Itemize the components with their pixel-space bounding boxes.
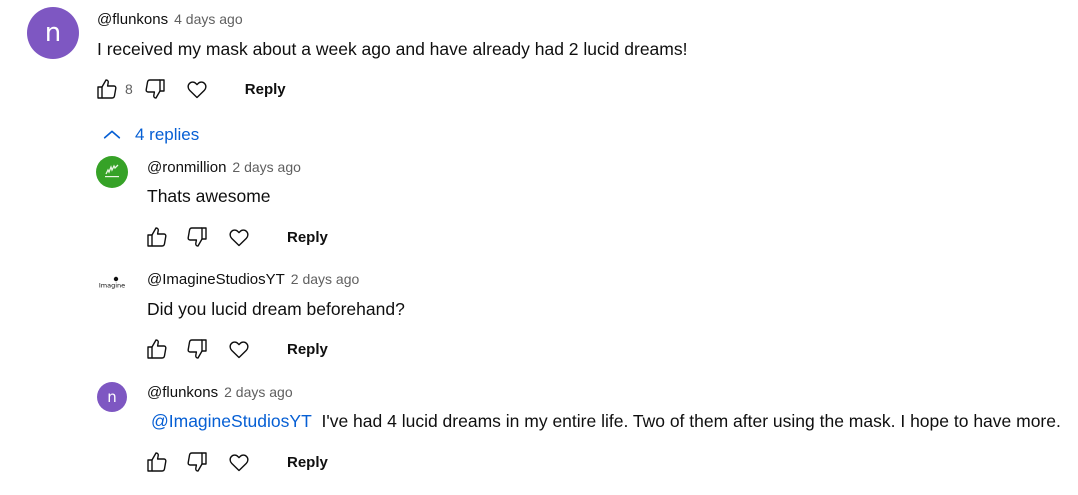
heart-button[interactable] (225, 223, 253, 251)
comment-text: I received my mask about a week ago and … (97, 39, 688, 59)
thumbs-down-icon (187, 339, 207, 359)
like-button[interactable] (143, 223, 171, 251)
thumbs-up-icon (147, 339, 167, 359)
dislike-button[interactable] (183, 448, 211, 476)
avatar[interactable]: n (97, 382, 127, 412)
avatar[interactable]: Imagine (96, 268, 128, 300)
reply-header: @ImagineStudiosYT 2 days ago (147, 271, 359, 288)
dislike-button[interactable] (141, 75, 169, 103)
reply-author[interactable]: @ImagineStudiosYT (147, 271, 285, 288)
heart-button[interactable] (225, 335, 253, 363)
thumbs-down-icon (187, 227, 207, 247)
thumbs-down-icon (187, 452, 207, 472)
like-button[interactable] (143, 335, 171, 363)
comment-actions: 8 Reply (93, 75, 286, 103)
leaf-logo-icon (105, 164, 119, 178)
heart-button[interactable] (225, 448, 253, 476)
chevron-up-icon (103, 130, 121, 139)
replies-toggle-label: 4 replies (135, 125, 200, 144)
thumbs-up-icon (147, 452, 167, 472)
avatar[interactable] (96, 156, 128, 188)
reply-text: I've had 4 lucid dreams in my entire lif… (321, 411, 1061, 431)
thumbs-up-icon (97, 79, 117, 99)
reply-author[interactable]: @flunkons (147, 384, 218, 401)
reply-header: @flunkons 2 days ago (147, 384, 293, 401)
thumbs-down-icon (145, 79, 165, 99)
like-count: 8 (125, 81, 133, 97)
heart-icon (187, 81, 207, 99)
thumbs-up-icon (147, 227, 167, 247)
reply-actions: Reply (143, 448, 328, 476)
avatar-letter: n (44, 18, 62, 48)
comment-timestamp[interactable]: 4 days ago (174, 11, 243, 27)
comment-header: @flunkons 4 days ago (97, 11, 243, 28)
dislike-button[interactable] (183, 223, 211, 251)
reply-button[interactable]: Reply (287, 454, 328, 471)
reply-actions: Reply (143, 223, 328, 251)
heart-icon (229, 341, 249, 359)
reply-text: Thats awesome (147, 186, 271, 206)
reply-actions: Reply (143, 335, 328, 363)
reply-timestamp[interactable]: 2 days ago (291, 271, 360, 287)
replies-toggle[interactable]: 4 replies (101, 124, 199, 146)
reply-button[interactable]: Reply (245, 81, 286, 98)
avatar-letter: n (107, 388, 117, 406)
avatar[interactable]: n (27, 7, 79, 59)
like-button[interactable] (93, 75, 121, 103)
reply-author[interactable]: @ronmillion (147, 159, 226, 176)
reply-timestamp[interactable]: 2 days ago (224, 384, 293, 400)
heart-icon (229, 454, 249, 472)
mention-link[interactable]: @ImagineStudiosYT (151, 411, 312, 431)
dislike-button[interactable] (183, 335, 211, 363)
reply-header: @ronmillion 2 days ago (147, 159, 301, 176)
reply-button[interactable]: Reply (287, 229, 328, 246)
reply-button[interactable]: Reply (287, 341, 328, 358)
reply-text-container: @ImagineStudiosYT I've had 4 lucid dream… (151, 411, 1061, 432)
heart-icon (229, 229, 249, 247)
reply-timestamp[interactable]: 2 days ago (232, 159, 301, 175)
heart-button[interactable] (183, 75, 211, 103)
imagine-logo-text: Imagine (99, 282, 125, 290)
like-button[interactable] (143, 448, 171, 476)
comment-author[interactable]: @flunkons (97, 11, 168, 28)
reply-text: Did you lucid dream beforehand? (147, 299, 405, 319)
imagine-logo-icon: Imagine (99, 276, 125, 290)
